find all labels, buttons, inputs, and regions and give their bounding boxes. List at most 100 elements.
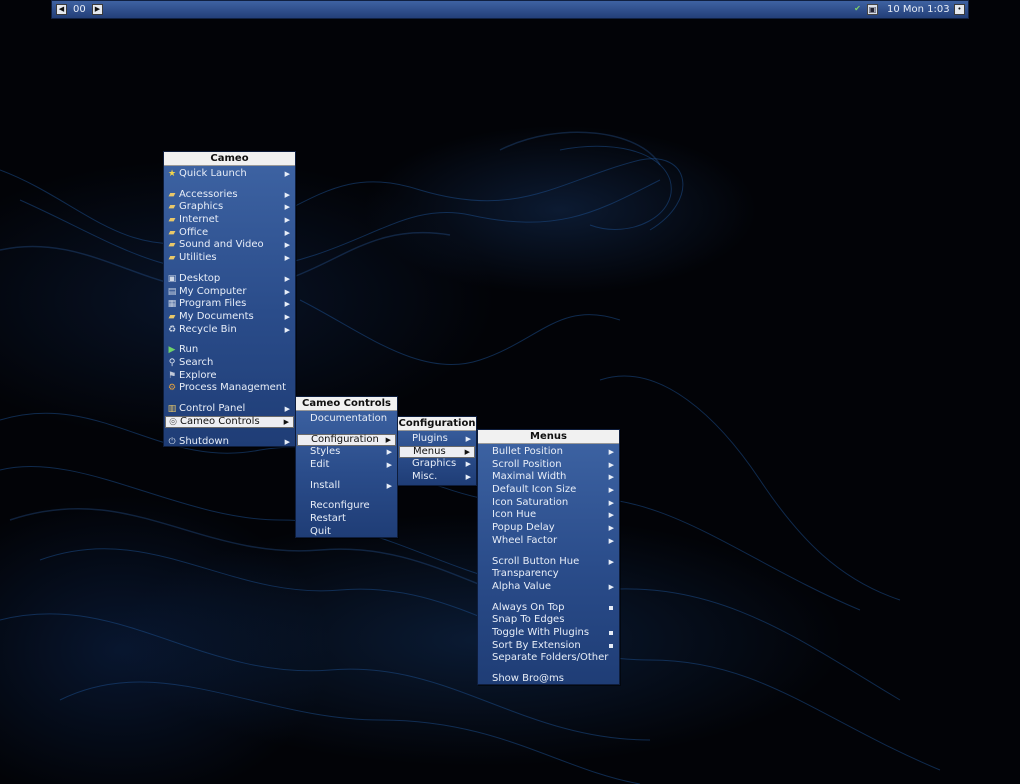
menu-item-search[interactable]: ⚲ Search (164, 357, 295, 370)
search-icon: ⚲ (168, 357, 176, 368)
program-files-icon: ▦ (167, 299, 177, 310)
menu-item-label: Cameo Controls (180, 415, 260, 427)
submenu-arrow-icon: ▶ (465, 435, 471, 443)
menu-item-quick-launch[interactable]: ★ Quick Launch ▶ (164, 168, 295, 181)
submenu-arrow-icon: ▶ (608, 557, 614, 566)
recycle-bin-icon: ♻ (167, 324, 177, 335)
menu-item-label: Separate Folders/Other (492, 652, 609, 664)
menu-item-always-on-top[interactable]: Always On Top (478, 602, 619, 615)
menu-item-label: Quick Launch (179, 168, 247, 179)
menu-item-edit[interactable]: Edit ▶ (296, 459, 397, 472)
cameo-controls-menu: Cameo Controls Documentation Configuratio… (295, 396, 398, 538)
submenu-arrow-icon: ▶ (608, 536, 614, 545)
menu-item-label: Maximal Width (492, 471, 567, 483)
menu-separator (478, 594, 619, 602)
menu-item-configuration[interactable]: Configuration ▶ (297, 433, 396, 447)
right-arrow-icon[interactable]: ▶ (92, 4, 103, 15)
menu-item-my-documents[interactable]: ▰ My Documents ▶ (164, 311, 295, 324)
menu-item-plugins[interactable]: Plugins ▶ (398, 433, 476, 446)
menu-item-shutdown[interactable]: ⏻ Shutdown ▶ (164, 436, 295, 449)
menu-item-label: Bullet Position (492, 446, 563, 457)
menu-item-scroll-button-hue[interactable]: Scroll Button Hue ▶ (478, 556, 619, 569)
menu-item-reconfigure[interactable]: Reconfigure (296, 500, 397, 513)
menu-item-program-files[interactable]: ▦ Program Files ▶ (164, 298, 295, 311)
checkmark-icon[interactable]: ✔ (852, 4, 863, 15)
menu-item-label: Shutdown (179, 436, 229, 448)
folder-icon: ▰ (168, 240, 176, 251)
menu-item-toggle-with-plugins[interactable]: Toggle With Plugins (478, 627, 619, 640)
menu-item-label: Plugins (412, 433, 448, 444)
menu-item-install[interactable]: Install ▶ (296, 480, 397, 493)
menu-separator (478, 665, 619, 673)
menu-item-quit[interactable]: Quit (296, 526, 397, 539)
menu-item-popup-delay[interactable]: Popup Delay ▶ (478, 522, 619, 535)
menu-title: Menus (478, 430, 619, 444)
menu-item-label: Utilities (179, 252, 217, 264)
folder-icon: ▰ (168, 311, 176, 322)
menu-item-utilities[interactable]: ▰ Utilities ▶ (164, 252, 295, 265)
menu-item-explore[interactable]: ⚑ Explore (164, 370, 295, 383)
menu-item-default-icon-size[interactable]: Default Icon Size ▶ (478, 484, 619, 497)
menu-item-cameo-controls[interactable]: ◎ Cameo Controls ▶ (165, 415, 294, 429)
menu-item-process-management[interactable]: ⚙ Process Management (164, 382, 295, 395)
menu-item-desktop[interactable]: ▣ Desktop ▶ (164, 273, 295, 286)
menu-item-icon-saturation[interactable]: Icon Saturation ▶ (478, 497, 619, 510)
menu-separator (296, 472, 397, 480)
menu-item-separate-folders-other[interactable]: Separate Folders/Other (478, 652, 619, 665)
workspace-label[interactable]: 00 (73, 4, 86, 15)
folder-icon: ▰ (168, 253, 176, 264)
menu-item-graphics[interactable]: ▰ Graphics ▶ (164, 201, 295, 214)
menu-item-documentation[interactable]: Documentation (296, 413, 397, 426)
menu-item-misc[interactable]: Misc. ▶ (398, 471, 476, 484)
folder-icon: ▰ (168, 227, 176, 238)
menu-item-run[interactable]: ▶ Run (164, 344, 295, 357)
menu-item-transparency[interactable]: Transparency (478, 568, 619, 581)
menu-item-label: Toggle With Plugins (492, 626, 590, 638)
menu-item-my-computer[interactable]: ▤ My Computer ▶ (164, 286, 295, 299)
checked-indicator-icon (609, 605, 613, 610)
menu-item-icon-hue[interactable]: Icon Hue ▶ (478, 509, 619, 522)
menu-item-office[interactable]: ▰ Office ▶ (164, 227, 295, 240)
menu-item-control-panel[interactable]: ▥ Control Panel ▶ (164, 403, 295, 416)
menu-item-sound-and-video[interactable]: ▰ Sound and Video ▶ (164, 239, 295, 252)
left-arrow-icon[interactable]: ◀ (56, 4, 67, 15)
menu-item-maximal-width[interactable]: Maximal Width ▶ (478, 471, 619, 484)
menu-item-graphics[interactable]: Graphics ▶ (398, 458, 476, 471)
submenu-arrow-icon: ▶ (284, 405, 290, 413)
power-icon: ⏻ (168, 437, 176, 448)
menu-item-alpha-value[interactable]: Alpha Value ▶ (478, 581, 619, 594)
menu-item-show-bro-ms[interactable]: Show Bro@ms (478, 673, 619, 686)
menu-item-label: Office (179, 226, 209, 238)
menu-item-label: Always On Top (492, 601, 565, 613)
submenu-arrow-icon: ▶ (608, 448, 614, 456)
configuration-menu: Configuration Plugins ▶ Menus ▶ Graphics ▶ Mis… (397, 416, 477, 486)
submenu-arrow-icon: ▶ (608, 498, 614, 507)
menu-item-bullet-position[interactable]: Bullet Position ▶ (478, 446, 619, 459)
menu-item-wheel-factor[interactable]: Wheel Factor ▶ (478, 535, 619, 548)
menu-item-sort-by-extension[interactable]: Sort By Extension (478, 640, 619, 653)
menu-item-snap-to-edges[interactable]: Snap To Edges (478, 614, 619, 627)
menu-item-label: Edit (310, 459, 330, 471)
network-icon[interactable]: ▣ (867, 4, 878, 15)
star-icon: ★ (167, 169, 177, 179)
menu-item-menus[interactable]: Menus ▶ (399, 445, 475, 459)
checked-indicator-icon (609, 630, 613, 635)
menu-item-scroll-position[interactable]: Scroll Position ▶ (478, 459, 619, 472)
menu-item-label: Misc. (412, 471, 438, 483)
clock[interactable]: 10 Mon 1:03 (887, 4, 950, 15)
menu-item-styles[interactable]: Styles ▶ (296, 446, 397, 459)
menu-item-recycle-bin[interactable]: ♻ Recycle Bin ▶ (164, 324, 295, 337)
menu-item-accessories[interactable]: ▰ Accessories ▶ (164, 189, 295, 202)
menu-item-restart[interactable]: Restart (296, 513, 397, 526)
menu-item-label: My Documents (179, 310, 254, 322)
submenu-arrow-icon: ▶ (608, 460, 614, 469)
process-icon: ⚙ (167, 383, 177, 394)
menus-options-menu: Menus Bullet Position ▶ Scroll Position ▶ Ma… (477, 429, 620, 685)
submenu-arrow-icon: ▶ (608, 511, 614, 520)
menu-item-label: Program Files (179, 298, 247, 310)
folder-icon: ▰ (168, 215, 176, 226)
submenu-arrow-icon: ▶ (284, 190, 290, 199)
menu-icon[interactable]: • (954, 4, 965, 15)
submenu-arrow-icon: ▶ (283, 417, 289, 426)
menu-item-internet[interactable]: ▰ Internet ▶ (164, 214, 295, 227)
